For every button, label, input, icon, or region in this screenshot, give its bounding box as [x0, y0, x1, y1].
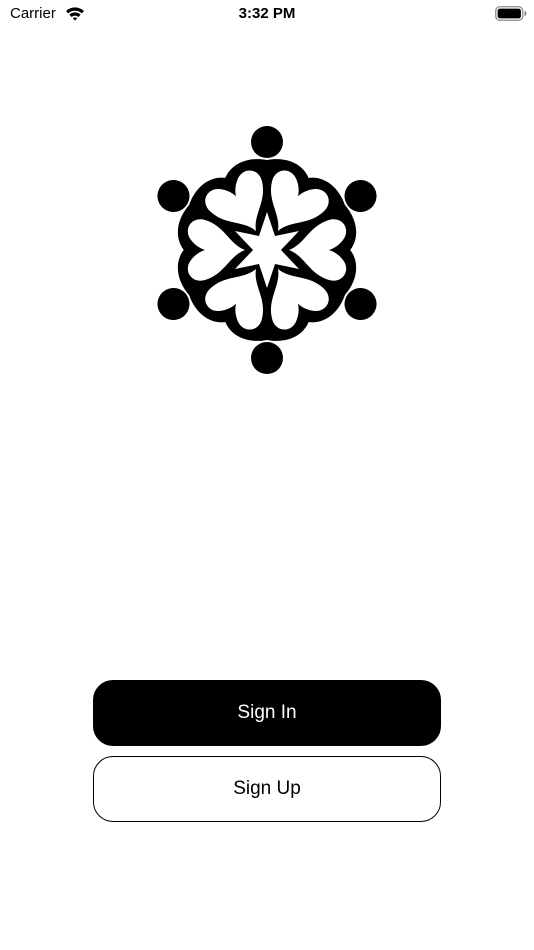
- community-circle-logo-icon: [155, 126, 380, 374]
- sign-up-label: Sign Up: [233, 778, 301, 799]
- sign-in-label: Sign In: [237, 702, 297, 723]
- status-bar: Carrier 3:32 PM: [0, 0, 534, 28]
- battery-full-icon: [495, 6, 527, 21]
- clock-time: 3:32 PM: [238, 5, 296, 22]
- sign-in-button[interactable]: Sign In: [93, 680, 441, 746]
- sign-up-button[interactable]: Sign Up: [93, 756, 441, 822]
